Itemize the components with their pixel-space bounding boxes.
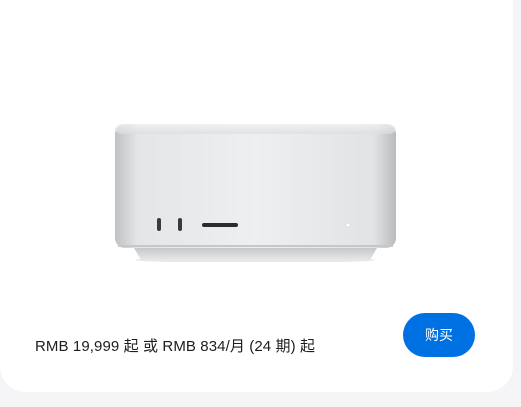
buy-button[interactable]: 购买 [403,313,475,357]
price-text: RMB 19,999 起 或 RMB 834/月 (24 期) 起 [35,338,316,355]
mac-studio-icon [115,124,396,262]
product-card: RMB 19,999 起 或 RMB 834/月 (24 期) 起 购买 [0,0,513,392]
